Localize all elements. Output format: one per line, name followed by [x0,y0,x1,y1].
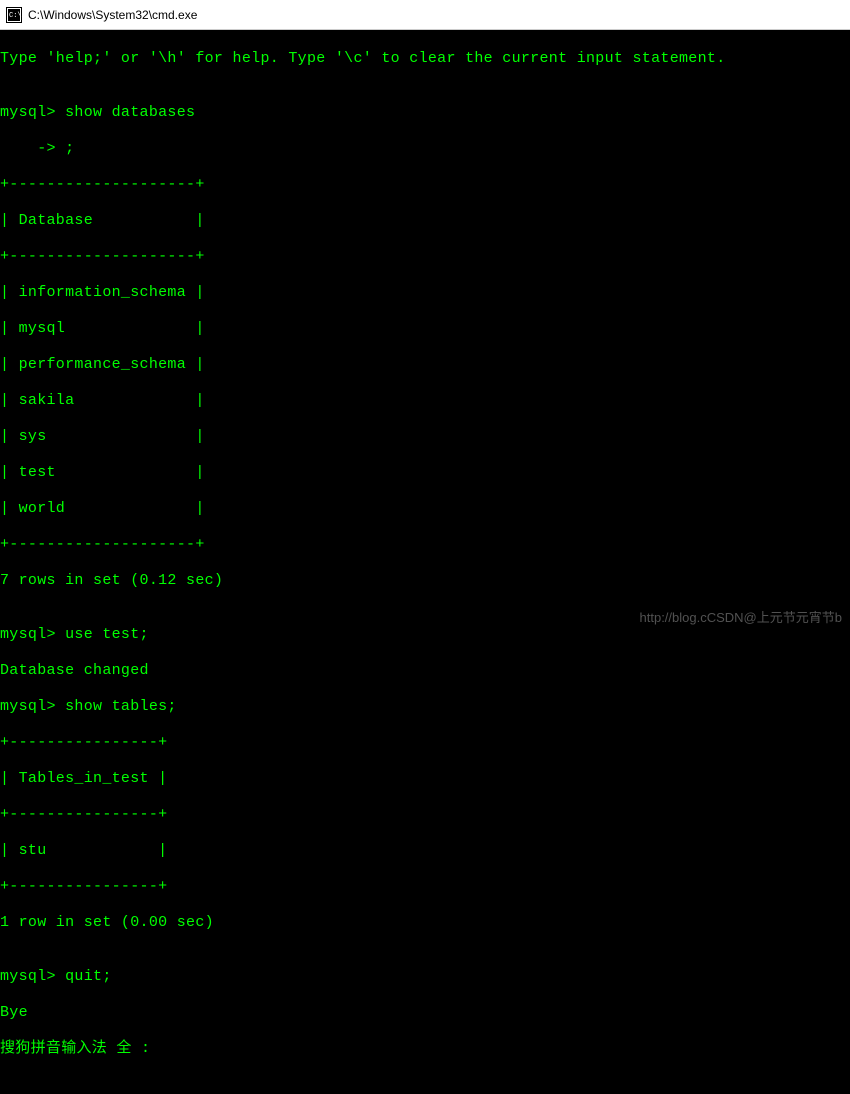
table-header: | Tables_in_test | [0,770,850,788]
table-border: +--------------------+ [0,536,850,554]
table-border: +--------------------+ [0,248,850,266]
table-row: | sakila | [0,392,850,410]
table-border: +----------------+ [0,806,850,824]
prompt-line: mysql> show tables; [0,698,850,716]
table-row: | test | [0,464,850,482]
result-summary: 7 rows in set (0.12 sec) [0,572,850,590]
prompt-continuation: -> ; [0,140,850,158]
prompt-line: mysql> use test; [0,626,850,644]
table-border: +----------------+ [0,878,850,896]
status-line: Database changed [0,662,850,680]
window-title: C:\Windows\System32\cmd.exe [28,8,197,22]
ime-line: 搜狗拼音输入法 全 : [0,1040,850,1058]
table-border: +--------------------+ [0,176,850,194]
table-row: | mysql | [0,320,850,338]
result-summary: 1 row in set (0.00 sec) [0,914,850,932]
svg-text:C:\: C:\ [9,12,22,20]
table-row: | world | [0,500,850,518]
prompt-line: mysql> show databases [0,104,850,122]
watermark-text: http://blog.cCSDN@上元节元宵节b [640,609,842,627]
table-row: | performance_schema | [0,356,850,374]
terminal-output[interactable]: Type 'help;' or '\h' for help. Type '\c'… [0,30,850,639]
help-line: Type 'help;' or '\h' for help. Type '\c'… [0,50,850,68]
table-row: | information_schema | [0,284,850,302]
window-titlebar: C:\ C:\Windows\System32\cmd.exe [0,0,850,30]
table-row: | stu | [0,842,850,860]
table-row: | sys | [0,428,850,446]
table-border: +----------------+ [0,734,850,752]
table-header: | Database | [0,212,850,230]
cmd-icon: C:\ [6,7,22,23]
prompt-line: mysql> quit; [0,968,850,986]
bye-line: Bye [0,1004,850,1022]
